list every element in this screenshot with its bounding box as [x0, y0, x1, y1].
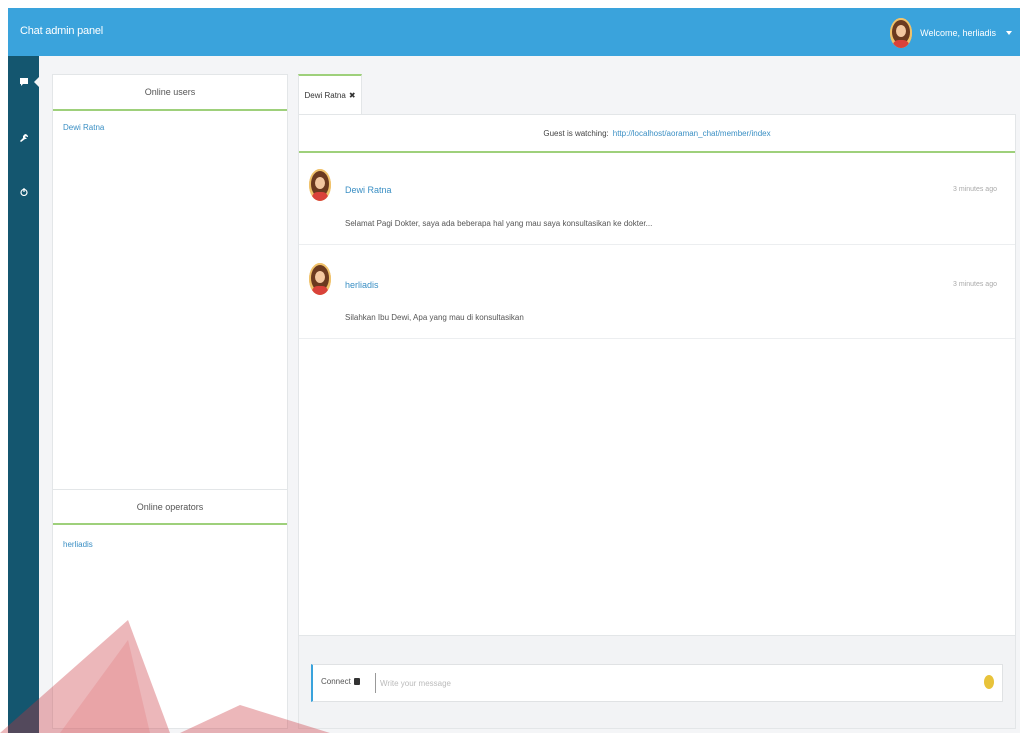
chat-panel: Guest is watching: http://localhost/aora… — [298, 114, 1016, 729]
message-text: Selamat Pagi Dokter, saya ada beberapa h… — [345, 219, 653, 228]
composer-area: Connect — [299, 635, 1015, 728]
message-input[interactable] — [375, 673, 975, 693]
chat-message: Dewi Ratna 3 minutes ago Selamat Pagi Do… — [299, 155, 1015, 245]
guest-watching-url[interactable]: http://localhost/aoraman_chat/member/ind… — [613, 129, 771, 138]
avatar — [309, 169, 331, 201]
message-text: Silahkan Ibu Dewi, Apa yang mau di konsu… — [345, 313, 524, 322]
message-time: 3 minutes ago — [953, 281, 997, 288]
sidebar — [8, 56, 40, 733]
message-author[interactable]: herliadis — [345, 280, 379, 290]
message-time: 3 minutes ago — [953, 186, 997, 193]
message-author[interactable]: Dewi Ratna — [345, 185, 392, 195]
user-avatar — [890, 18, 913, 48]
power-icon — [19, 188, 28, 196]
user-menu[interactable]: Welcome, herliadis — [890, 16, 1012, 50]
sidebar-item-settings[interactable] — [8, 124, 39, 152]
sidebar-item-logout[interactable] — [8, 178, 39, 206]
send-button[interactable]: Connect — [321, 677, 360, 686]
tab-chat-dewi[interactable]: Dewi Ratna ✖ — [298, 74, 362, 114]
top-bar: Chat admin panel Welcome, herliadis — [8, 8, 1020, 56]
guest-watching-bar: Guest is watching: http://localhost/aora… — [299, 115, 1015, 153]
wrench-icon — [19, 134, 28, 142]
left-panel: Online users Dewi Ratna Online operators… — [52, 74, 288, 729]
online-operators-title: Online operators — [53, 489, 287, 525]
close-icon[interactable]: ✖ — [349, 91, 356, 100]
send-label: Connect — [321, 677, 351, 686]
sidebar-item-chats[interactable] — [8, 68, 40, 96]
welcome-text: Welcome, herliadis — [920, 28, 996, 38]
message-composer: Connect — [311, 664, 1003, 702]
chat-bubble-icon — [19, 78, 28, 86]
online-users-title: Online users — [53, 75, 287, 111]
online-operator-item[interactable]: herliadis — [63, 540, 93, 549]
chevron-down-icon[interactable] — [1006, 31, 1012, 35]
tab-label: Dewi Ratna — [304, 90, 346, 100]
attach-icon — [353, 678, 360, 685]
page-frame: Chat admin panel Welcome, herliadis Onli… — [8, 8, 1020, 733]
avatar — [309, 263, 331, 295]
online-user-item[interactable]: Dewi Ratna — [63, 123, 104, 132]
app-title: Chat admin panel — [20, 25, 104, 37]
chat-message: herliadis 3 minutes ago Silahkan Ibu Dew… — [299, 249, 1015, 339]
microphone-icon[interactable] — [984, 675, 994, 689]
guest-watching-label: Guest is watching: — [543, 128, 609, 138]
